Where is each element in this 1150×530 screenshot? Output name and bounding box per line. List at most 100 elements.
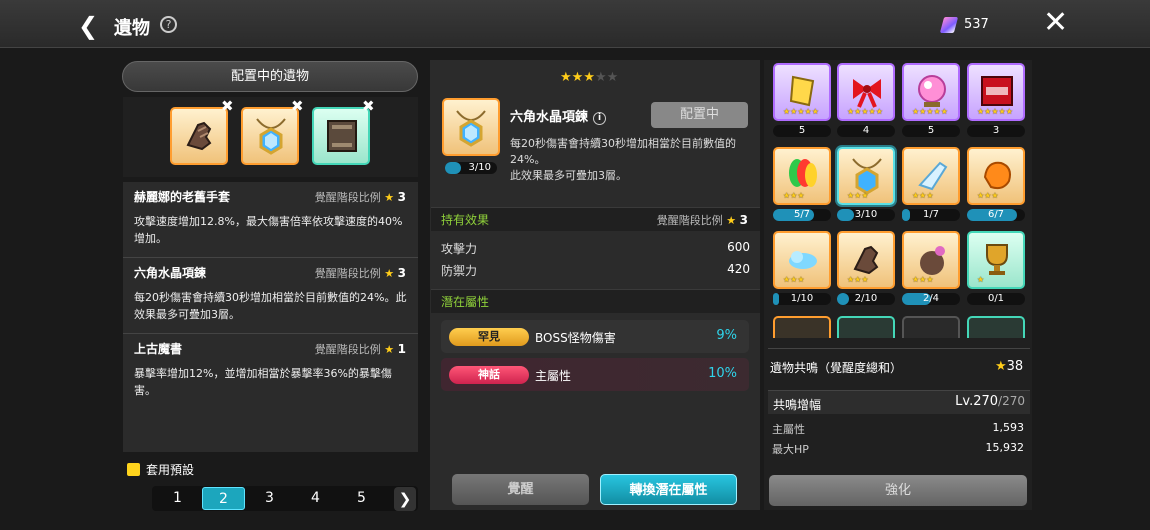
relic-description: 攻擊速度增加12.8%，最大傷害倍率依攻擊速度的40%增加。	[134, 215, 403, 245]
relic-count: 3/10	[837, 209, 895, 221]
resonance-stat: 主屬性 1,593	[772, 421, 1024, 437]
remove-glove-icon[interactable]: ✖	[221, 97, 234, 115]
page-5[interactable]: 5	[340, 487, 383, 510]
potential-value: 10%	[708, 366, 737, 381]
relic-name: 六角水晶項鍊	[134, 266, 207, 280]
page-4[interactable]: 4	[294, 487, 337, 510]
relic-cell[interactable]: ★★★	[967, 147, 1025, 205]
relic-cell-partial[interactable]	[837, 316, 895, 338]
stars: ★★★	[977, 191, 999, 200]
necklace-slot[interactable]	[241, 107, 299, 165]
back-icon[interactable]: ❮	[78, 12, 98, 40]
relic-cell[interactable]: ★★★	[902, 147, 960, 205]
convert-potential-button[interactable]: 轉換潛在屬性	[600, 474, 737, 505]
count-text: 4	[862, 125, 870, 136]
count-text: 2/10	[854, 293, 878, 304]
relic-cell[interactable]: ★★★	[902, 231, 960, 289]
item-name: 六角水晶項鍊 i	[510, 106, 607, 125]
relic-count: 3	[967, 125, 1025, 137]
ratio-label: 覺醒階段比例	[314, 267, 381, 280]
stars: ★★★	[847, 275, 869, 284]
count-text: 5	[798, 125, 806, 136]
relic-name: 赫麗娜的老舊手套	[134, 190, 231, 204]
stat-value: 420	[727, 262, 750, 276]
bag-icon	[920, 246, 945, 275]
close-icon[interactable]: ✕	[1043, 8, 1068, 38]
relic-cell-selected[interactable]: ★★★	[837, 147, 895, 205]
count-text: 2/4	[922, 293, 940, 304]
necklace-icon	[256, 118, 286, 155]
count-fill	[837, 293, 849, 305]
awaken-button[interactable]: 覺醒	[452, 474, 589, 505]
ratio-label: 覺醒階段比例	[314, 191, 381, 204]
star-rating: ★★★★★	[560, 70, 618, 85]
count-text: 3	[992, 125, 1000, 136]
equipped-slots: ✖ ✖ ✖	[123, 97, 418, 177]
star-icon: ★	[995, 359, 1007, 374]
page-1[interactable]: 1	[156, 487, 199, 510]
relic-cell[interactable]: ★★★★★	[773, 63, 831, 121]
relic-cell[interactable]: ★	[967, 231, 1025, 289]
relic-cell[interactable]: ★★★	[773, 231, 831, 289]
glove-slot[interactable]	[170, 107, 228, 165]
relic-cell[interactable]: ★★★★★	[967, 63, 1025, 121]
stat-row: 攻擊力 600	[441, 240, 750, 257]
help-icon[interactable]: ?	[160, 16, 177, 33]
book-slot[interactable]	[312, 107, 370, 165]
necklace-icon	[852, 158, 882, 195]
strengthen-button[interactable]: 強化	[769, 475, 1027, 506]
ratio-value: 1	[397, 342, 406, 356]
relic-cell-partial[interactable]	[967, 316, 1025, 338]
relic-cell-partial[interactable]	[773, 316, 831, 338]
amp-label: 共鳴增幅	[773, 398, 822, 412]
deployed-button[interactable]: 配置中	[651, 102, 748, 128]
page-3[interactable]: 3	[248, 487, 291, 510]
grade-badge: 神話	[449, 366, 529, 384]
relic-cell[interactable]: ★★★★★	[837, 63, 895, 121]
detail-progress: 3/10	[445, 162, 497, 174]
stat-row: 防禦力 420	[441, 262, 750, 279]
stat-name: 防禦力	[441, 264, 478, 278]
equipped-relics-header[interactable]: 配置中的遺物	[122, 61, 418, 92]
stars: ★★★★★	[783, 107, 819, 116]
remove-book-icon[interactable]: ✖	[362, 97, 375, 115]
amp-level: Lv.270/270	[955, 394, 1025, 409]
relic-cell[interactable]: ★★★	[837, 231, 895, 289]
stat-name: 最大HP	[772, 443, 809, 456]
star-empty-icon: ★	[606, 70, 619, 85]
relic-ratio: 覺醒階段比例 ★ 3	[315, 189, 406, 205]
potential-row-2: 神話 主屬性 10%	[441, 358, 749, 391]
star-filled-icon: ★	[583, 70, 595, 85]
glove-icon	[853, 245, 879, 275]
relic-cell-partial[interactable]	[902, 316, 960, 338]
next-page-icon[interactable]: ❯	[394, 487, 416, 511]
count-fill	[902, 209, 911, 221]
apply-preset-toggle[interactable]: 套用預設	[127, 461, 194, 478]
page-2[interactable]: 2	[202, 487, 245, 510]
checkbox-icon[interactable]	[127, 463, 140, 476]
relic-count: 0/1	[967, 293, 1025, 305]
relic-count: 5	[902, 125, 960, 137]
stat-value: 1,593	[992, 421, 1025, 434]
relic-description: 每20秒傷害會持續30秒增加相當於目前數值的24%。此效果最多可疊加3層。	[134, 291, 407, 321]
relic-count: 6/7	[967, 209, 1025, 221]
star-filled-icon: ★	[560, 70, 572, 85]
star-icon: ★	[384, 343, 395, 356]
stars: ★★★★★	[977, 107, 1013, 116]
box-icon	[981, 76, 1013, 106]
count-text: 3/10	[854, 209, 878, 220]
trophy-icon	[986, 244, 1008, 275]
count-text: 6/7	[987, 209, 1005, 220]
stars: ★★★	[783, 191, 805, 200]
ratio: 覺醒階段比例 ★ 3	[657, 208, 748, 233]
relic-ratio: 覺醒階段比例 ★ 1	[315, 341, 406, 357]
info-icon[interactable]: i	[593, 112, 607, 125]
stars: ★★★	[783, 275, 805, 284]
star-icon: ★	[384, 191, 395, 204]
relic-cell[interactable]: ★★★	[773, 147, 831, 205]
relic-cell[interactable]: ★★★★★	[902, 63, 960, 121]
preset-label: 套用預設	[146, 463, 195, 477]
potential-name: 主屬性	[535, 369, 572, 383]
remove-necklace-icon[interactable]: ✖	[291, 97, 304, 115]
bow-icon	[853, 79, 881, 108]
